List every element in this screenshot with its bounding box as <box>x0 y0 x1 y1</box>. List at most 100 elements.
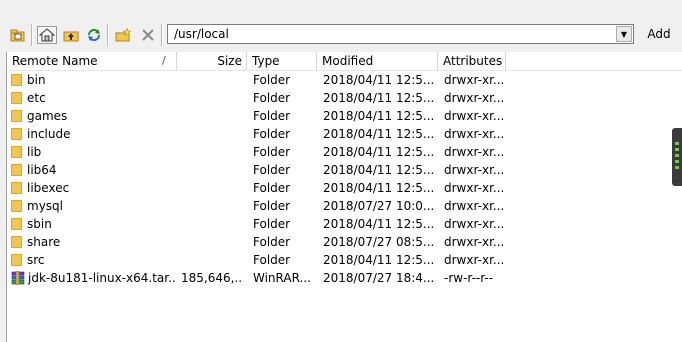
up-folder-icon <box>10 29 25 42</box>
file-type: Folder <box>253 181 291 195</box>
home-button[interactable] <box>37 26 57 44</box>
file-name: sbin <box>27 217 52 231</box>
sort-indicator-icon: / <box>162 54 166 67</box>
file-attributes: drwxr-xr... <box>444 109 505 123</box>
file-modified: 2018/04/11 12:5... <box>323 163 435 177</box>
delete-button[interactable] <box>138 26 158 44</box>
file-name-cell: etc <box>11 89 177 107</box>
list-item[interactable]: etc Folder 2018/04/11 12:5... drwxr-xr..… <box>7 89 682 107</box>
remote-file-list[interactable]: Remote Name / Size Type Modified Attribu… <box>6 52 682 342</box>
file-type: Folder <box>253 91 291 105</box>
new-folder-icon <box>115 28 131 42</box>
file-type: Folder <box>253 127 291 141</box>
refresh-icon <box>88 29 100 41</box>
toolbar-separator <box>31 24 33 46</box>
folder-icon <box>11 182 22 194</box>
file-size <box>181 143 243 161</box>
delete-icon <box>142 29 154 41</box>
chevron-down-icon[interactable]: ▼ <box>616 26 632 42</box>
home-icon <box>39 28 55 42</box>
toolbar-separator <box>107 24 109 46</box>
list-item[interactable]: libexec Folder 2018/04/11 12:5... drwxr-… <box>7 179 682 197</box>
list-item[interactable]: sbin Folder 2018/04/11 12:5... drwxr-xr.… <box>7 215 682 233</box>
file-name-cell: sbin <box>11 215 177 233</box>
file-name: mysql <box>27 199 63 213</box>
list-item[interactable]: src Folder 2018/04/11 12:5... drwxr-xr..… <box>7 251 682 269</box>
list-item[interactable]: lib64 Folder 2018/04/11 12:5... drwxr-xr… <box>7 161 682 179</box>
list-item[interactable]: lib Folder 2018/04/11 12:5... drwxr-xr..… <box>7 143 682 161</box>
file-type: Folder <box>253 199 291 213</box>
list-item[interactable]: games Folder 2018/04/11 12:5... drwxr-xr… <box>7 107 682 125</box>
file-name-cell: include <box>11 125 177 143</box>
folder-icon <box>11 236 22 248</box>
file-modified: 2018/04/11 12:5... <box>323 91 435 105</box>
file-type: Folder <box>253 109 291 123</box>
file-name: bin <box>27 73 46 87</box>
file-name: lib <box>27 145 42 159</box>
file-modified: 2018/04/11 12:5... <box>323 145 435 159</box>
file-attributes: drwxr-xr... <box>444 199 505 213</box>
column-header-name-label: Remote Name <box>12 54 98 68</box>
file-type: Folder <box>253 163 291 177</box>
file-attributes: drwxr-xr... <box>444 163 505 177</box>
list-item[interactable]: share Folder 2018/07/27 08:5... drwxr-xr… <box>7 233 682 251</box>
folder-icon <box>11 128 22 140</box>
column-header-attributes[interactable]: Attributes <box>438 52 506 70</box>
file-name-cell: libexec <box>11 179 177 197</box>
file-size <box>181 71 243 89</box>
file-attributes: -rw-r--r-- <box>444 271 494 285</box>
file-attributes: drwxr-xr... <box>444 217 505 231</box>
file-size <box>181 233 243 251</box>
list-item[interactable]: mysql Folder 2018/07/27 10:0... drwxr-xr… <box>7 197 682 215</box>
remote-path-input[interactable]: /usr/local <box>174 27 229 41</box>
file-type: Folder <box>253 217 291 231</box>
file-name: games <box>27 109 68 123</box>
up-folder-button[interactable] <box>8 26 28 44</box>
grip-dot <box>675 142 679 145</box>
file-attributes: drwxr-xr... <box>444 73 505 87</box>
column-header-modified[interactable]: Modified <box>317 52 438 70</box>
folder-icon <box>11 74 22 86</box>
file-modified: 2018/04/11 12:5... <box>323 253 435 267</box>
file-name-cell: bin <box>11 71 177 89</box>
grip-dot <box>675 148 679 151</box>
folder-icon <box>11 200 22 212</box>
file-modified: 2018/07/27 08:5... <box>323 235 435 249</box>
file-name-cell: src <box>11 251 177 269</box>
file-size <box>181 197 243 215</box>
file-size <box>181 215 243 233</box>
side-grip-handle[interactable] <box>672 128 682 186</box>
add-button[interactable]: Add <box>640 22 678 46</box>
column-header-size[interactable]: Size <box>177 52 247 70</box>
file-modified: 2018/04/11 12:5... <box>323 217 435 231</box>
file-modified: 2018/04/11 12:5... <box>323 73 435 87</box>
file-modified: 2018/04/11 12:5... <box>323 109 435 123</box>
file-name: libexec <box>27 181 70 195</box>
folder-icon <box>11 164 22 176</box>
list-item[interactable]: bin Folder 2018/04/11 12:5... drwxr-xr..… <box>7 71 682 89</box>
file-name-cell: jdk-8u181-linux-x64.tar.... <box>11 269 177 287</box>
file-name-cell: lib <box>11 143 177 161</box>
new-folder-button[interactable] <box>113 26 133 44</box>
file-attributes: drwxr-xr... <box>444 253 505 267</box>
list-item[interactable]: jdk-8u181-linux-x64.tar.... 185,646,... … <box>7 269 682 287</box>
parent-folder-button[interactable] <box>61 26 81 44</box>
file-name: include <box>27 127 71 141</box>
folder-icon <box>11 218 22 230</box>
column-header-type[interactable]: Type <box>247 52 317 70</box>
file-name: src <box>27 253 45 267</box>
folder-icon <box>11 254 22 266</box>
folder-icon <box>11 110 22 122</box>
refresh-button[interactable] <box>84 26 104 44</box>
file-modified: 2018/07/27 18:4... <box>323 271 435 285</box>
file-size <box>181 251 243 269</box>
file-name: jdk-8u181-linux-x64.tar.... <box>28 271 177 285</box>
file-type: Folder <box>253 235 291 249</box>
list-item[interactable]: include Folder 2018/04/11 12:5... drwxr-… <box>7 125 682 143</box>
file-name-cell: games <box>11 107 177 125</box>
column-header-name[interactable]: Remote Name / <box>7 52 177 70</box>
grip-dot <box>675 154 679 157</box>
remote-path-combobox[interactable]: /usr/local ▼ <box>167 24 634 44</box>
folder-icon <box>11 146 22 158</box>
grip-dot <box>675 160 679 163</box>
